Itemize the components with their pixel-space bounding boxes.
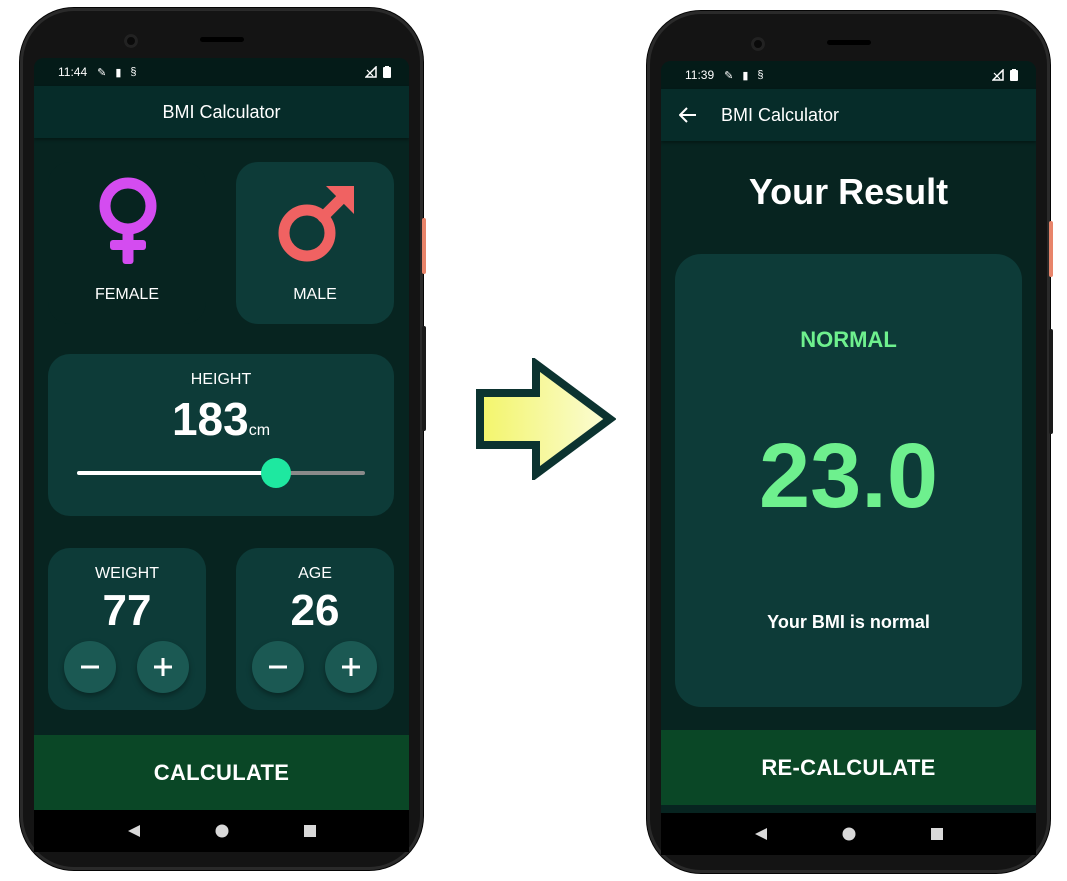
volume-button (1049, 329, 1053, 434)
age-increment-button[interactable] (325, 641, 377, 693)
front-camera (124, 34, 138, 48)
home-nav-icon[interactable] (215, 824, 229, 838)
sd-card-icon: ▮ (115, 66, 122, 79)
weight-label: WEIGHT (95, 565, 159, 582)
app-bar: BMI Calculator (661, 89, 1036, 141)
slider-thumb[interactable] (261, 458, 291, 488)
sd-card-icon: ▮ (742, 69, 749, 82)
age-label: AGE (298, 565, 332, 582)
weight-value: 77 (102, 586, 152, 635)
notification-icon: ✎ (724, 69, 734, 82)
arrow-right-icon (476, 358, 616, 480)
plus-icon (154, 658, 172, 676)
signal-icon (992, 69, 1004, 81)
minus-icon (81, 665, 99, 669)
recents-nav-icon[interactable] (930, 827, 944, 841)
left-phone: 11:44 ✎ ▮ § BMI Calculator FEMALE MALE H… (20, 8, 426, 870)
nav-bar (34, 810, 409, 852)
right-phone: 11:39 ✎ ▮ § BMI Calculator Your Result N… (647, 11, 1053, 873)
earpiece-speaker (826, 40, 871, 45)
app-title: BMI Calculator (162, 101, 281, 122)
battery-icon (383, 66, 391, 78)
status-time: 11:39 (685, 68, 715, 82)
power-button (422, 218, 426, 274)
back-arrow-icon[interactable] (679, 107, 697, 123)
status-bar: 11:44 ✎ ▮ § (34, 58, 409, 86)
male-label: MALE (293, 286, 337, 303)
weight-increment-button[interactable] (137, 641, 189, 693)
nav-bar (661, 813, 1036, 855)
bmi-message: Your BMI is normal (767, 612, 930, 632)
female-card[interactable]: FEMALE (48, 162, 206, 324)
recents-nav-icon[interactable] (303, 824, 317, 838)
minus-icon (269, 665, 287, 669)
home-nav-icon[interactable] (842, 827, 856, 841)
female-label: FEMALE (94, 286, 159, 303)
left-screen: 11:44 ✎ ▮ § BMI Calculator FEMALE MALE H… (34, 58, 409, 852)
back-nav-icon[interactable] (127, 824, 141, 838)
right-screen: 11:39 ✎ ▮ § BMI Calculator Your Result N… (661, 61, 1036, 855)
height-slider[interactable] (77, 458, 365, 488)
back-nav-icon[interactable] (754, 827, 768, 841)
height-value: 183 (171, 393, 249, 445)
front-camera (751, 37, 765, 51)
weight-decrement-button[interactable] (64, 641, 116, 693)
signal-icon (365, 66, 377, 78)
bmi-value: 23.0 (758, 425, 939, 527)
calculate-button[interactable]: CALCULATE (34, 735, 409, 810)
height-label: HEIGHT (190, 371, 252, 388)
power-button (1049, 221, 1053, 277)
height-card: HEIGHT 183cm (48, 354, 394, 516)
earpiece-speaker (199, 37, 244, 42)
app-title: BMI Calculator (721, 104, 840, 125)
male-symbol-icon (278, 186, 354, 262)
male-card[interactable]: MALE (236, 162, 394, 324)
age-decrement-button[interactable] (252, 641, 304, 693)
battery-icon (1010, 69, 1018, 81)
app-bar: BMI Calculator (34, 86, 409, 138)
height-unit: cm (248, 422, 271, 439)
sync-icon: § (130, 66, 137, 78)
sync-icon: § (757, 69, 764, 81)
result-card: NORMAL 23.0 Your BMI is normal (675, 254, 1022, 707)
plus-icon (342, 658, 360, 676)
height-value-row: 183cm (48, 392, 394, 446)
bmi-category: NORMAL (800, 327, 897, 352)
status-time: 11:44 (58, 65, 88, 79)
result-heading: Your Result (748, 171, 949, 212)
volume-button (422, 326, 426, 431)
weight-card: WEIGHT 77 (48, 548, 206, 710)
status-bar: 11:39 ✎ ▮ § (661, 61, 1036, 89)
female-symbol-icon (99, 177, 157, 264)
notification-icon: ✎ (97, 66, 107, 79)
age-value: 26 (290, 586, 340, 635)
slider-track-active (77, 471, 276, 475)
age-card: AGE 26 (236, 548, 394, 710)
recalculate-button[interactable]: RE-CALCULATE (661, 730, 1036, 805)
